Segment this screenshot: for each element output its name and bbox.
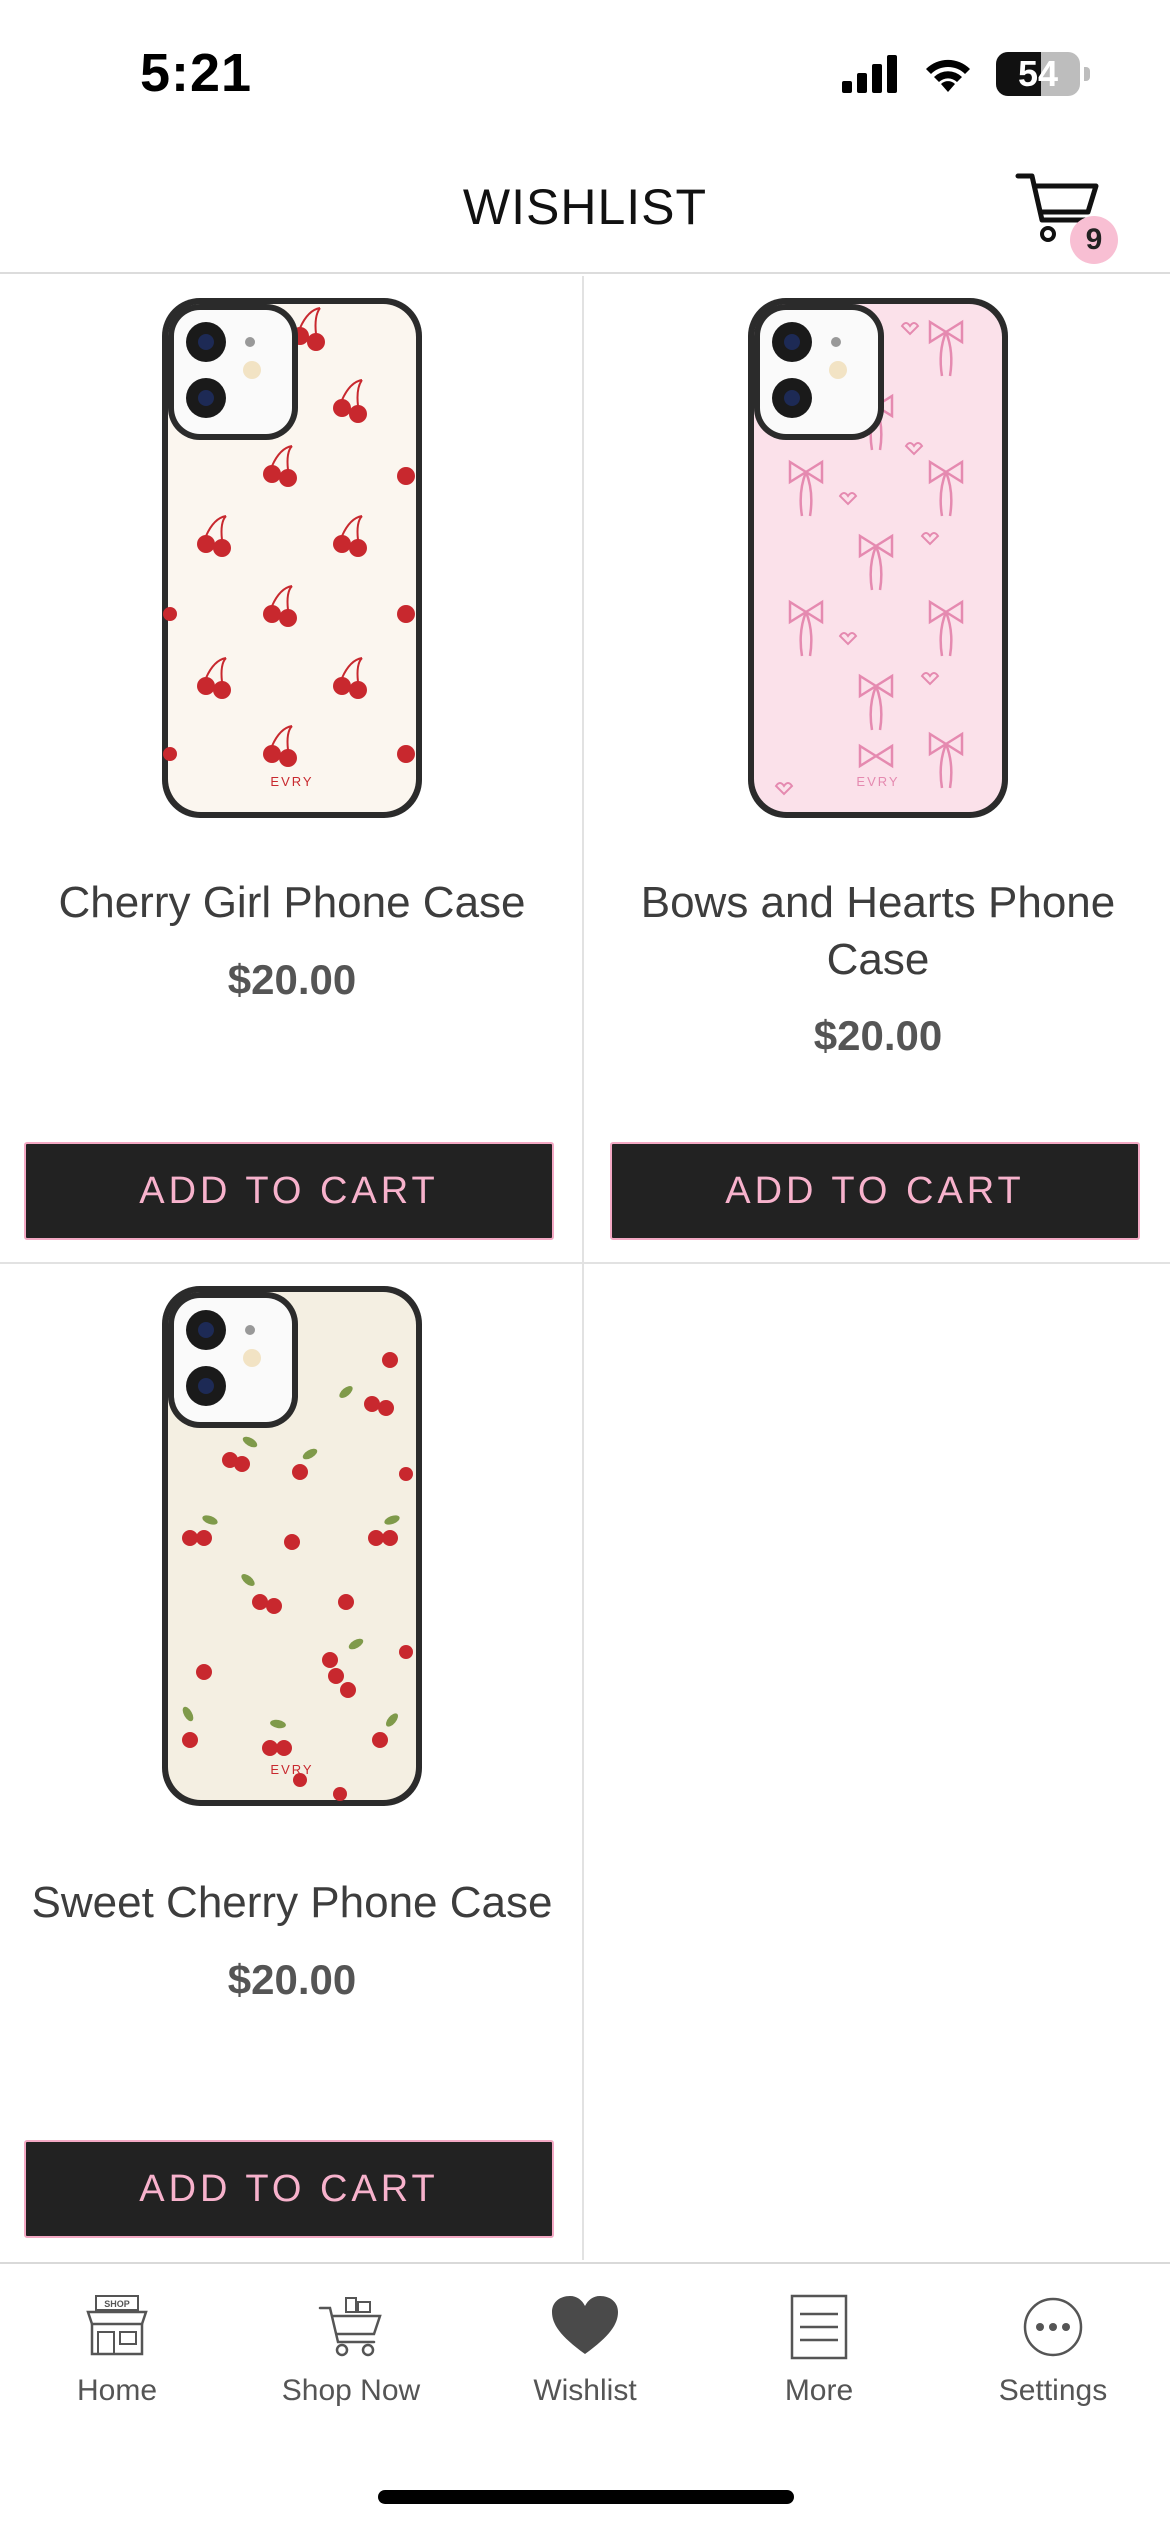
tab-label: Wishlist — [533, 2374, 637, 2407]
product-price: $20.00 — [813, 1012, 943, 1059]
cherry-girl-case-image[interactable]: EVRY — [160, 296, 424, 820]
status-time: 5:21 — [140, 43, 253, 103]
battery-nub — [1084, 67, 1090, 81]
add-to-cart-button[interactable]: ADD TO CART — [24, 2140, 554, 2238]
product-name[interactable]: Bows and Hearts Phone Case — [606, 874, 1150, 988]
tab-label: Home — [76, 2374, 158, 2407]
product-price: $20.00 — [227, 1956, 357, 2003]
product-name[interactable]: Sweet Cherry Phone Case — [20, 1874, 564, 1931]
shop-sign-text: SHOP — [104, 2299, 130, 2309]
bows-hearts-case-image[interactable]: EVRY — [746, 296, 1010, 820]
list-icon — [790, 2294, 848, 2360]
status-icons: 54 — [842, 52, 1090, 96]
tab-label: More — [784, 2374, 854, 2407]
tab-shop-now[interactable]: Shop Now — [234, 2292, 468, 2422]
header: WISHLIST 9 — [0, 150, 1170, 274]
tab-settings[interactable]: Settings — [936, 2292, 1170, 2422]
product-card[interactable]: EVRY Sweet Cherry Phone Case $20.00 ADD … — [0, 1264, 584, 2260]
add-to-cart-button[interactable]: ADD TO CART — [610, 1142, 1140, 1240]
tab-label: Shop Now — [281, 2374, 421, 2407]
shopping-cart-icon — [318, 2297, 382, 2357]
product-price: $20.00 — [227, 956, 357, 1003]
add-to-cart-button[interactable]: ADD TO CART — [24, 1142, 554, 1240]
empty-grid-cell — [586, 1264, 1170, 2260]
tab-label: Settings — [998, 2374, 1108, 2407]
tab-wishlist[interactable]: Wishlist — [468, 2292, 702, 2422]
tab-home[interactable]: SHOP Home — [0, 2292, 234, 2422]
more-dots-icon — [1023, 2297, 1083, 2357]
product-card[interactable]: EVRY Bows and Hearts Phone Case $20.00 A… — [586, 276, 1170, 1272]
brand-mark: EVRY — [270, 774, 313, 789]
heart-icon — [552, 2296, 618, 2354]
product-card[interactable]: EVRY Cherry Girl Phone Case $20.00 ADD T… — [0, 276, 584, 1272]
page-title: WISHLIST — [462, 179, 708, 235]
sweet-cherry-case-image[interactable]: EVRY — [160, 1284, 424, 1808]
cart-count-badge: 9 — [1070, 216, 1118, 264]
brand-mark: EVRY — [270, 1762, 313, 1777]
cellular-signal-icon — [842, 55, 897, 93]
battery-level: 54 — [1017, 53, 1059, 94]
cart-button[interactable]: 9 — [1014, 168, 1118, 264]
home-indicator[interactable] — [378, 2490, 794, 2504]
battery-icon: 54 — [996, 52, 1080, 96]
product-name[interactable]: Cherry Girl Phone Case — [20, 874, 564, 931]
shop-storefront-icon: SHOP — [86, 2295, 148, 2356]
tab-more[interactable]: More — [702, 2292, 936, 2422]
status-bar: 5:21 54 — [0, 0, 1170, 150]
brand-mark: EVRY — [856, 774, 899, 789]
wifi-icon — [926, 59, 970, 92]
